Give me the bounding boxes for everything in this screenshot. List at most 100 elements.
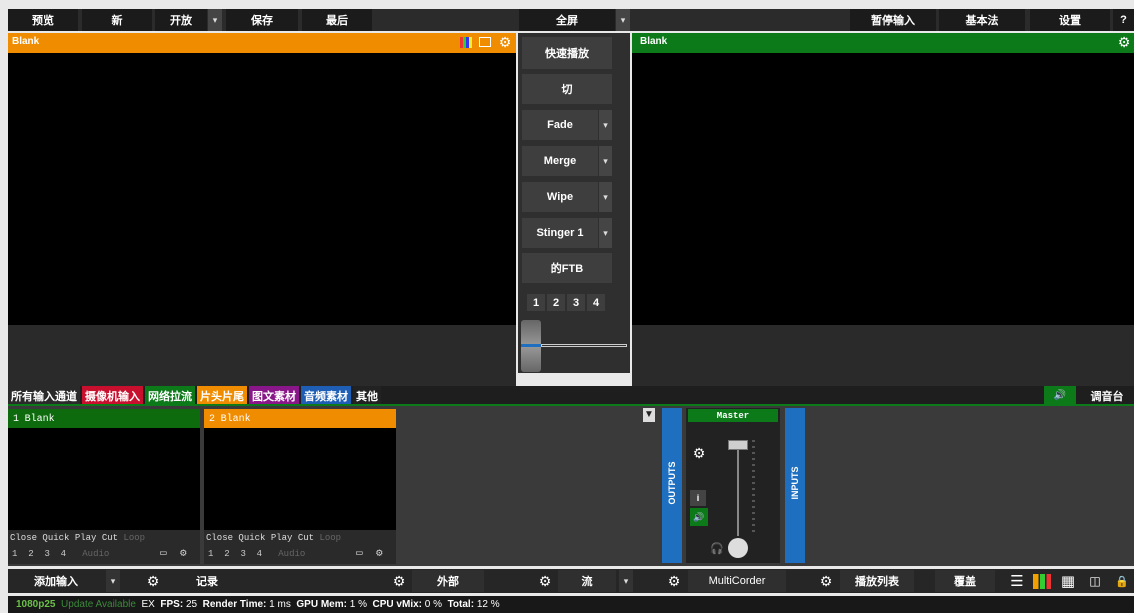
pin-icon[interactable]: ▼ bbox=[643, 408, 655, 422]
info-button[interactable]: i bbox=[690, 490, 706, 506]
fullscreen-dropdown-icon[interactable] bbox=[616, 9, 630, 31]
gear-icon[interactable]: ⚙ bbox=[534, 570, 556, 592]
t-bar-handle[interactable] bbox=[521, 320, 541, 372]
wipe-button[interactable]: Wipe bbox=[522, 182, 598, 212]
stinger-button[interactable]: Stinger 1 bbox=[522, 218, 598, 248]
stinger-dropdown-icon[interactable] bbox=[599, 218, 612, 248]
multicorder-button[interactable]: MultiCorder bbox=[688, 570, 786, 592]
ftb-button[interactable]: 的FTB bbox=[522, 253, 612, 283]
audio-button[interactable]: Audio bbox=[82, 549, 109, 559]
page-1-button[interactable]: 1 bbox=[12, 549, 17, 559]
pause-input-button[interactable]: 暂停输入 bbox=[850, 9, 936, 31]
transition-page-4[interactable]: 4 bbox=[587, 294, 605, 311]
cut-button[interactable]: Cut bbox=[102, 533, 118, 543]
close-button[interactable]: Close bbox=[10, 533, 37, 543]
fader-handle[interactable] bbox=[728, 440, 748, 450]
gear-icon[interactable]: ⚙ bbox=[690, 444, 708, 462]
loop-button[interactable]: Loop bbox=[319, 533, 341, 543]
gear-icon[interactable]: ⚙ bbox=[376, 547, 383, 562]
preview-button[interactable]: 预览 bbox=[8, 9, 78, 31]
stream-dropdown-icon[interactable] bbox=[619, 570, 633, 592]
help-button[interactable]: ? bbox=[1113, 9, 1134, 31]
input-tab[interactable]: 所有输入通道 bbox=[8, 386, 80, 405]
menu-icon[interactable]: ☰ bbox=[1006, 570, 1028, 592]
transition-page-2[interactable]: 2 bbox=[547, 294, 565, 311]
window-icon[interactable] bbox=[479, 37, 491, 47]
basic-button[interactable]: 基本法 bbox=[939, 9, 1025, 31]
input-tab[interactable]: 摄像机输入 bbox=[82, 386, 143, 405]
overlay-button[interactable]: 覆盖 bbox=[935, 570, 995, 592]
color-bars-icon[interactable] bbox=[460, 37, 472, 48]
input-card[interactable]: 1 Blank Close Quick Play Cut Loop 1 2 3 4 … bbox=[8, 409, 200, 564]
add-input-dropdown-icon[interactable] bbox=[106, 570, 120, 592]
audio-mixer-button[interactable]: 调音台 bbox=[1080, 386, 1134, 405]
input-tab[interactable]: 网络拉流 bbox=[145, 386, 195, 405]
quick-play-button[interactable]: Quick Play bbox=[42, 533, 96, 543]
input-tab[interactable]: 片头片尾 bbox=[197, 386, 247, 405]
input-tab[interactable]: 图文素材 bbox=[249, 386, 299, 405]
page-3-button[interactable]: 3 bbox=[44, 549, 49, 559]
fade-button[interactable]: Fade bbox=[522, 110, 598, 140]
gear-icon[interactable]: ⚙ bbox=[497, 34, 513, 51]
fullscreen-button[interactable]: 全屏 bbox=[519, 9, 615, 31]
audio-mixer-speaker-button[interactable]: 🔊 bbox=[1044, 386, 1076, 405]
audio-button[interactable]: Audio bbox=[278, 549, 305, 559]
input-thumbnail[interactable] bbox=[8, 428, 200, 530]
save-button[interactable]: 保存 bbox=[226, 9, 298, 31]
input-tab[interactable]: 其他 bbox=[353, 386, 381, 405]
page-4-button[interactable]: 4 bbox=[61, 549, 66, 559]
outputs-strip[interactable]: OUTPUTS bbox=[662, 408, 682, 563]
merge-button[interactable]: Merge bbox=[522, 146, 598, 176]
gear-icon[interactable]: ⚙ bbox=[142, 570, 164, 592]
external-button[interactable]: 外部 bbox=[412, 570, 484, 592]
page-2-button[interactable]: 2 bbox=[224, 549, 229, 559]
monitor-icon[interactable]: ▭ bbox=[356, 547, 363, 562]
update-available-link[interactable]: Update Available bbox=[61, 599, 136, 610]
stream-button[interactable]: 流 bbox=[558, 570, 616, 592]
page-3-button[interactable]: 3 bbox=[240, 549, 245, 559]
wipe-dropdown-icon[interactable] bbox=[599, 182, 612, 212]
open-dropdown-icon[interactable] bbox=[208, 9, 222, 31]
inputs-strip[interactable]: INPUTS bbox=[785, 408, 805, 563]
page-1-button[interactable]: 1 bbox=[208, 549, 213, 559]
settings-button[interactable]: 设置 bbox=[1030, 9, 1110, 31]
bar-graph-icon[interactable] bbox=[1033, 574, 1051, 589]
gear-icon[interactable]: ⚙ bbox=[815, 570, 837, 592]
gear-icon[interactable]: ⚙ bbox=[388, 570, 410, 592]
lock-icon[interactable]: 🔒 bbox=[1111, 570, 1133, 592]
monitor-icon[interactable]: ▭ bbox=[160, 547, 167, 562]
open-button[interactable]: 开放 bbox=[155, 9, 207, 31]
add-input-button[interactable]: 添加输入 bbox=[8, 570, 104, 592]
quick-play-button[interactable]: 快速播放 bbox=[522, 37, 612, 69]
last-button[interactable]: 最后 bbox=[302, 9, 372, 31]
gear-icon[interactable]: ⚙ bbox=[180, 547, 187, 562]
merge-dropdown-icon[interactable] bbox=[599, 146, 612, 176]
input-card[interactable]: 2 Blank Close Quick Play Cut Loop 1 2 3 4 … bbox=[204, 409, 396, 564]
new-button[interactable]: 新 bbox=[82, 9, 152, 31]
gear-icon[interactable]: ⚙ bbox=[1116, 34, 1132, 51]
record-button[interactable]: 记录 bbox=[168, 570, 240, 592]
grid-icon[interactable]: ▦ bbox=[1057, 570, 1079, 592]
cut-button[interactable]: 切 bbox=[522, 74, 612, 104]
render-time-value: 1 ms bbox=[269, 599, 291, 610]
input-header[interactable]: 2 Blank bbox=[204, 409, 396, 428]
input-tab[interactable]: 音频素材 bbox=[301, 386, 351, 405]
playlist-button[interactable]: 播放列表 bbox=[840, 570, 914, 592]
mute-button[interactable]: 🔊 bbox=[690, 508, 708, 526]
fade-dropdown-icon[interactable] bbox=[599, 110, 612, 140]
transition-page-3[interactable]: 3 bbox=[567, 294, 585, 311]
input-header[interactable]: 1 Blank bbox=[8, 409, 200, 428]
input-thumbnail[interactable] bbox=[204, 428, 396, 530]
snapshot-icon[interactable]: ◫ bbox=[1084, 570, 1106, 592]
page-4-button[interactable]: 4 bbox=[257, 549, 262, 559]
transition-page-1[interactable]: 1 bbox=[527, 294, 545, 311]
headphone-icon[interactable]: 🎧 bbox=[710, 542, 724, 556]
volume-knob[interactable] bbox=[728, 538, 748, 558]
gear-icon[interactable]: ⚙ bbox=[663, 570, 685, 592]
cut-button[interactable]: Cut bbox=[298, 533, 314, 543]
close-button[interactable]: Close bbox=[206, 533, 233, 543]
loop-button[interactable]: Loop bbox=[123, 533, 145, 543]
master-header: Master bbox=[688, 409, 778, 422]
page-2-button[interactable]: 2 bbox=[28, 549, 33, 559]
quick-play-button[interactable]: Quick Play bbox=[238, 533, 292, 543]
